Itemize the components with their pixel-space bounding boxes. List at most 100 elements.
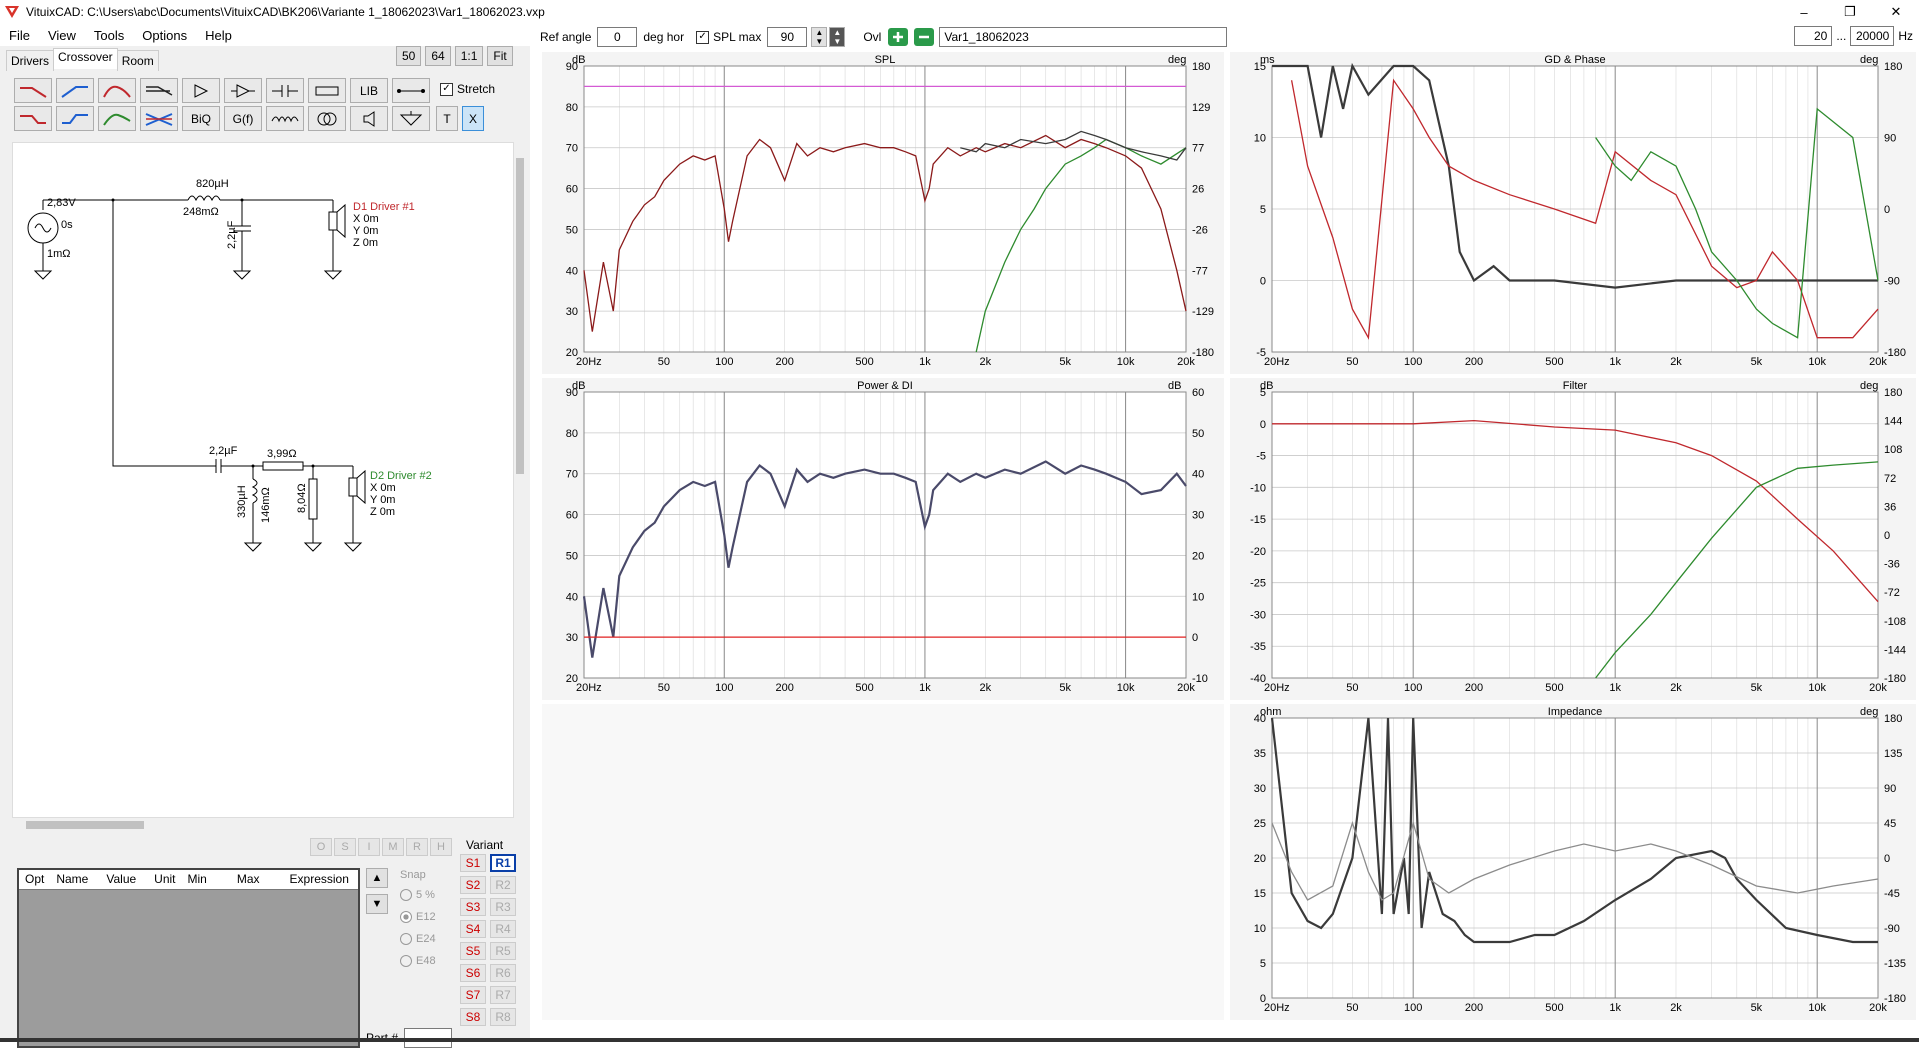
inductor1-value-label: 820µH <box>196 178 229 190</box>
spl-spin-up-down[interactable]: ▲ ▼ <box>811 27 828 47</box>
source-voltage-label: 2,83V <box>47 197 76 209</box>
transfer-function-button[interactable]: G(f) <box>224 106 262 131</box>
variant-r1-button[interactable]: R1 <box>490 854 516 872</box>
lowpass-2-button[interactable] <box>14 106 52 131</box>
opt-o-button[interactable]: O <box>310 838 332 856</box>
power-x-tick: 100 <box>715 682 733 694</box>
filter-y-tick: -5 <box>1256 451 1266 463</box>
snap-5pct-radio[interactable]: 5 % <box>400 884 436 906</box>
highpass-2-button[interactable] <box>56 106 94 131</box>
spl-x-tick: 10k <box>1117 356 1135 368</box>
opt-i-button[interactable]: I <box>358 838 380 856</box>
deg-hor-label: deg hor <box>643 30 685 44</box>
highpass-1-button[interactable] <box>56 78 94 103</box>
impedance-y2-tick: 135 <box>1884 748 1902 760</box>
spl-x-tick: 100 <box>715 356 733 368</box>
variant-s8-button[interactable]: S8 <box>460 1008 486 1026</box>
snap-e12-radio[interactable]: E12 <box>400 906 436 928</box>
ref-angle-input[interactable]: 0 <box>597 27 638 47</box>
menu-help[interactable]: Help <box>196 28 241 43</box>
spl-max-input[interactable]: 90 <box>767 27 808 47</box>
zoom-fit-button[interactable]: Fit <box>487 46 513 66</box>
shelf-button[interactable] <box>98 106 136 131</box>
filter-graph[interactable]: Filter dB deg 5 0 -5 -10 -15 -20 -25 -30 -35 -40 180 1… <box>1230 378 1916 700</box>
freq-max-input[interactable]: 20000 <box>1850 26 1895 46</box>
menu-view[interactable]: View <box>39 28 85 43</box>
impedance-y2-tick: 180 <box>1884 713 1902 725</box>
vertical-scroll-thumb[interactable] <box>516 158 524 474</box>
variant-r6-button[interactable]: R6 <box>490 964 516 982</box>
maximize-button[interactable]: ❐ <box>1827 0 1873 24</box>
text-button[interactable]: T <box>436 106 458 131</box>
horizontal-scroll-thumb[interactable] <box>26 821 144 829</box>
library-button[interactable]: LIB <box>350 78 388 103</box>
tab-drivers[interactable]: Drivers <box>6 50 54 71</box>
close-button[interactable]: ✕ <box>1873 0 1919 24</box>
spl-x-tick: 20k <box>1177 356 1195 368</box>
lowpass-1-button[interactable] <box>14 78 52 103</box>
capacitor-button[interactable] <box>266 78 304 103</box>
move-up-button[interactable]: ▲ <box>366 868 388 888</box>
add-overlay-icon[interactable] <box>887 27 909 47</box>
schematic-vertical-scrollbar[interactable] <box>514 142 526 818</box>
variant-r2-button[interactable]: R2 <box>490 876 516 894</box>
minimize-button[interactable]: – <box>1781 0 1827 24</box>
gd-y-tick: 5 <box>1260 204 1266 216</box>
power-di-graph[interactable]: Power & DI dB dB 90 80 70 60 50 40 30 20 60 50 40 30 20… <box>542 378 1224 700</box>
menu-options[interactable]: Options <box>133 28 196 43</box>
move-down-button[interactable]: ▼ <box>366 894 388 914</box>
variant-r7-button[interactable]: R7 <box>490 986 516 1004</box>
overlay-name-input[interactable]: Var1_18062023 <box>939 27 1228 47</box>
zoom-50-button[interactable]: 50 <box>396 46 422 66</box>
tab-crossover[interactable]: Crossover <box>53 48 118 69</box>
schematic-horizontal-scrollbar[interactable] <box>12 818 514 832</box>
gd-y-tick: 10 <box>1254 133 1266 145</box>
variant-s7-button[interactable]: S7 <box>460 986 486 1004</box>
spl-spin-max[interactable]: ▲ ▼ <box>829 27 846 47</box>
variant-s6-button[interactable]: S6 <box>460 964 486 982</box>
freq-min-input[interactable]: 20 <box>1794 26 1833 46</box>
opt-h-button[interactable]: H <box>430 838 452 856</box>
biquad-button[interactable]: BiQ <box>182 106 220 131</box>
ground-button[interactable] <box>392 106 430 131</box>
bandpass-button[interactable] <box>98 78 136 103</box>
notch-button[interactable] <box>140 78 178 103</box>
impedance-graph[interactable]: Impedance ohm deg 40 35 30 25 20 15 10 5 0 180 135 90 4… <box>1230 704 1916 1020</box>
resistor-button[interactable] <box>308 78 346 103</box>
gd-phase-graph[interactable]: GD & Phase ms deg 15 10 5 0 -5 180 90 0 -90 -180 20Hz… <box>1230 52 1916 374</box>
variant-r8-button[interactable]: R8 <box>490 1008 516 1026</box>
buffer-button[interactable] <box>182 78 220 103</box>
zoom-1to1-button[interactable]: 1:1 <box>454 46 484 66</box>
wire-button[interactable] <box>392 78 430 103</box>
schematic-canvas[interactable]: 2,83V 0s 1mΩ 820µH 248mΩ 2,2µF D1 Driver… <box>12 142 514 818</box>
variant-s2-button[interactable]: S2 <box>460 876 486 894</box>
menu-file[interactable]: File <box>0 28 39 43</box>
speaker-button[interactable] <box>350 106 388 131</box>
opt-s-button[interactable]: S <box>334 838 356 856</box>
variant-r4-button[interactable]: R4 <box>490 920 516 938</box>
variant-r3-button[interactable]: R3 <box>490 898 516 916</box>
variant-s4-button[interactable]: S4 <box>460 920 486 938</box>
opt-m-button[interactable]: M <box>382 838 404 856</box>
stretch-checkbox[interactable]: ✓ Stretch <box>440 82 495 96</box>
tab-room[interactable]: Room <box>116 50 159 71</box>
remove-overlay-icon[interactable] <box>913 27 935 47</box>
menu-tools[interactable]: Tools <box>85 28 133 43</box>
snap-e24-radio[interactable]: E24 <box>400 928 436 950</box>
delete-button[interactable]: X <box>462 106 484 131</box>
impedance-y2-tick: -135 <box>1884 958 1906 970</box>
parameter-table[interactable]: Opt Name Value Unit Min Max Expression <box>17 868 360 1048</box>
spl-max-checkbox[interactable]: ✓ <box>696 30 710 44</box>
transformer-button[interactable] <box>308 106 346 131</box>
amplifier-button[interactable] <box>224 78 262 103</box>
zoom-64-button[interactable]: 64 <box>425 46 451 66</box>
variant-r5-button[interactable]: R5 <box>490 942 516 960</box>
spl-graph[interactable]: SPL dB deg 90 80 70 60 50 40 30 20 180 129 77 26 -26 -77… <box>542 52 1224 374</box>
variant-s1-button[interactable]: S1 <box>460 854 486 872</box>
allpass-button[interactable] <box>140 106 178 131</box>
snap-e48-radio[interactable]: E48 <box>400 950 436 972</box>
opt-r-button[interactable]: R <box>406 838 428 856</box>
inductor-button[interactable] <box>266 106 304 131</box>
variant-s3-button[interactable]: S3 <box>460 898 486 916</box>
variant-s5-button[interactable]: S5 <box>460 942 486 960</box>
